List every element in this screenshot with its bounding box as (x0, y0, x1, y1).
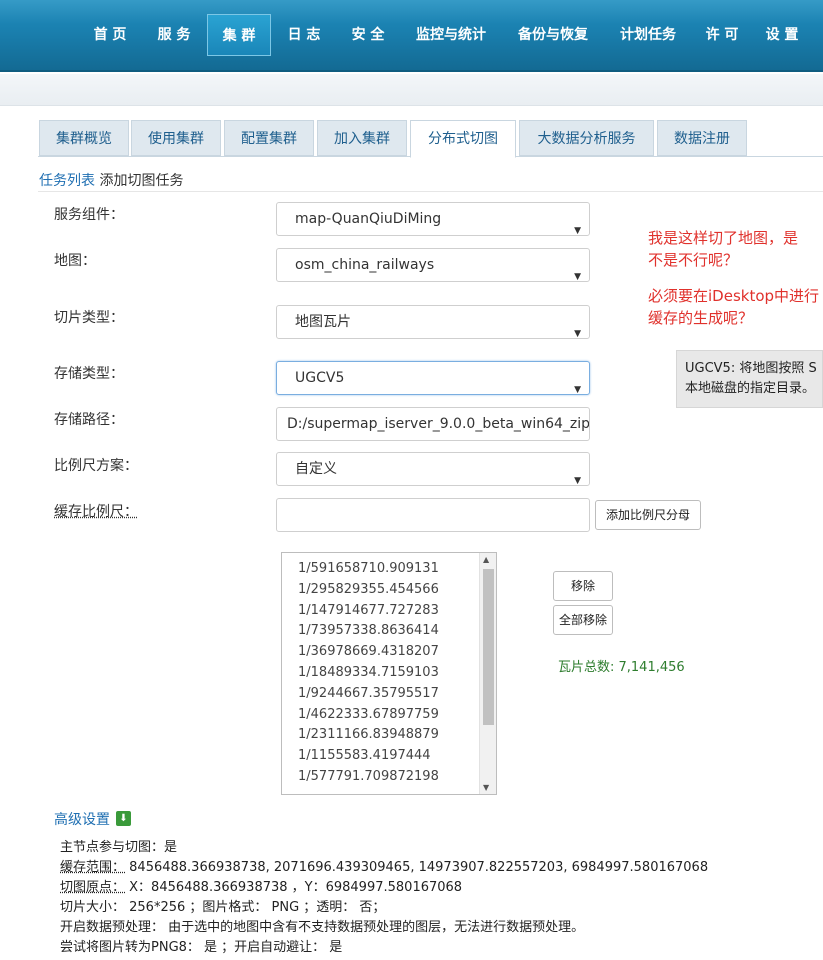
tab-config-cluster[interactable]: 配置集群 (224, 120, 314, 156)
origin-value: X：8456488.366938738 ，Y：6984997.580167068 (125, 880, 463, 895)
chevron-down-icon: ▼ (574, 272, 581, 282)
breadcrumb: 任务列表 添加切图任务 (39, 170, 183, 190)
service-component-label: 服务组件： (54, 207, 124, 223)
cache-range-label: 缓存范围： (60, 860, 126, 875)
storage-path-input[interactable]: D:/supermap_iserver_9.0.0_beta_win64_zip… (276, 407, 590, 441)
tile-type-label: 切片类型： (54, 310, 124, 326)
list-item[interactable]: 1/1155583.4197444 (298, 746, 439, 767)
nav-logs[interactable]: 日 志 (280, 14, 328, 56)
chevron-down-icon: ▼ (574, 476, 581, 486)
scroll-down-icon[interactable]: ▼ (483, 783, 489, 792)
scale-listbox[interactable]: 1/591658710.909131 1/295829355.454566 1/… (281, 552, 497, 795)
map-label: 地图： (54, 253, 96, 269)
tab-cluster-overview[interactable]: 集群概览 (39, 120, 129, 156)
tile-type-select[interactable]: 地图瓦片 ▼ (276, 305, 590, 339)
tab-join-cluster[interactable]: 加入集群 (317, 120, 407, 156)
info-master-node: 主节点参与切图：是 (60, 840, 178, 855)
scroll-up-icon[interactable]: ▲ (483, 555, 489, 564)
tile-total: 瓦片总数: 7,141,456 (558, 660, 685, 675)
info-cache-range: 缓存范围： 8456488.366938738, 2071696.4393094… (60, 856, 708, 875)
chevron-down-icon: ▼ (574, 226, 581, 236)
sub-bar (0, 74, 823, 106)
nav-home[interactable]: 首 页 (86, 14, 134, 56)
nav-services[interactable]: 服 务 (150, 14, 198, 56)
tab-bigdata-service[interactable]: 大数据分析服务 (519, 120, 654, 156)
list-item[interactable]: 1/36978669.4318207 (298, 642, 439, 663)
list-item[interactable]: 1/591658710.909131 (298, 559, 439, 580)
nav-schedule[interactable]: 计划任务 (612, 14, 684, 56)
tab-data-registration[interactable]: 数据注册 (657, 120, 747, 156)
list-item[interactable]: 1/295829355.454566 (298, 580, 439, 601)
remove-button[interactable]: 移除 (553, 571, 613, 601)
list-item[interactable]: 1/577791.709872198 (298, 767, 439, 788)
map-select[interactable]: osm_china_railways ▼ (276, 248, 590, 282)
storage-type-value: UGCV5 (295, 370, 345, 386)
list-item[interactable]: 1/9244667.35795517 (298, 684, 439, 705)
nav-monitor[interactable]: 监控与统计 (408, 14, 494, 56)
info-preprocess: 开启数据预处理： 由于选中的地图中含有不支持数据预处理的图层，无法进行数据预处理… (60, 920, 585, 935)
arrow-down-icon[interactable]: ⬇ (116, 811, 131, 826)
info-origin: 切图原点： X：8456488.366938738 ，Y：6984997.580… (60, 876, 462, 895)
service-component-select[interactable]: map-QuanQiuDiMing ▼ (276, 202, 590, 236)
nav-settings[interactable]: 设 置 (760, 14, 804, 56)
breadcrumb-task-list-link[interactable]: 任务列表 (39, 173, 95, 189)
list-item[interactable]: 1/2311166.83948879 (298, 725, 439, 746)
cache-scale-label: 缓存比例尺： (54, 504, 138, 520)
scrollbar-thumb[interactable] (483, 569, 494, 725)
storage-type-tooltip: UGCV5: 将地图按照 S 本地磁盘的指定目录。 (676, 350, 823, 408)
tab-use-cluster[interactable]: 使用集群 (131, 120, 221, 156)
list-item[interactable]: 1/73957338.8636414 (298, 621, 439, 642)
chevron-down-icon: ▼ (574, 329, 581, 339)
tab-distributed-tiling[interactable]: 分布式切图 (410, 120, 516, 158)
advanced-settings-link[interactable]: 高级设置 (54, 809, 110, 829)
cache-range-value: 8456488.366938738, 2071696.439309465, 14… (125, 860, 709, 875)
storage-type-select[interactable]: UGCV5 ▼ (276, 361, 590, 395)
list-item[interactable]: 1/18489334.7159103 (298, 663, 439, 684)
scale-scheme-label: 比例尺方案： (54, 458, 138, 474)
breadcrumb-current: 添加切图任务 (99, 173, 184, 189)
scale-scheme-value: 自定义 (295, 461, 337, 477)
annotation-spacer (648, 271, 819, 285)
add-scale-button[interactable]: 添加比例尺分母 (595, 500, 701, 530)
nav-security[interactable]: 安 全 (344, 14, 392, 56)
list-item[interactable]: 1/147914677.727283 (298, 601, 439, 622)
annotation-line-1: 我是这样切了地图，是 (648, 229, 799, 247)
remove-all-button[interactable]: 全部移除 (553, 605, 613, 635)
origin-label: 切图原点： (60, 880, 126, 895)
nav-license[interactable]: 许 可 (700, 14, 744, 56)
tooltip-line-1: UGCV5: 将地图按照 S (685, 361, 817, 376)
breadcrumb-divider (38, 191, 823, 192)
top-nav-bar: 首 页 服 务 集 群 日 志 安 全 监控与统计 备份与恢复 计划任务 许 可… (0, 0, 823, 72)
annotation-text: 我是这样切了地图，是 不是不行呢？ 必须要在iDesktop中进行 缓存的生成呢… (648, 227, 819, 329)
scale-scheme-select[interactable]: 自定义 ▼ (276, 452, 590, 486)
cache-scale-input[interactable] (276, 498, 590, 532)
map-value: osm_china_railways (295, 257, 435, 273)
nav-cluster[interactable]: 集 群 (207, 14, 271, 56)
storage-type-label: 存储类型： (54, 366, 124, 382)
info-tile-size: 切片大小： 256*256 ；图片格式： PNG ；透明： 否； (60, 900, 386, 915)
tooltip-line-2: 本地磁盘的指定目录。 (685, 381, 816, 396)
annotation-line-4: 缓存的生成呢？ (648, 309, 754, 327)
scrollbar[interactable]: ▲ ▼ (479, 553, 496, 794)
service-component-value: map-QuanQiuDiMing (295, 211, 442, 227)
scale-list: 1/591658710.909131 1/295829355.454566 1/… (298, 559, 439, 788)
annotation-line-3: 必须要在iDesktop中进行 (648, 287, 820, 305)
chevron-down-icon: ▼ (574, 385, 581, 395)
nav-backup[interactable]: 备份与恢复 (510, 14, 596, 56)
info-png8: 尝试将图片转为PNG8： 是 ；开启自动避让： 是 (60, 940, 343, 955)
list-item[interactable]: 1/4622333.67897759 (298, 705, 439, 726)
storage-path-label: 存储路径： (54, 412, 124, 428)
annotation-line-2: 不是不行呢？ (648, 251, 739, 269)
tile-type-value: 地图瓦片 (295, 314, 351, 330)
